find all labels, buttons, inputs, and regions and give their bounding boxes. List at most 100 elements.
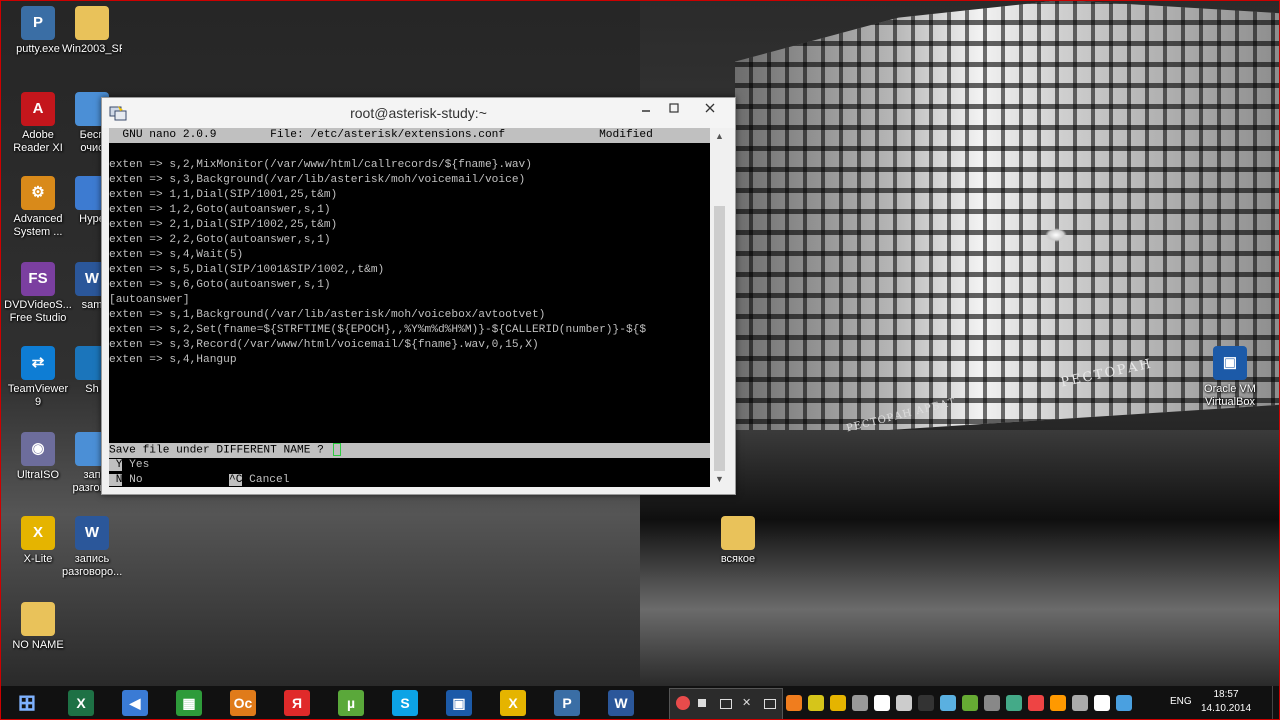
terminal-line: exten => s,2,MixMonitor(/var/www/html/ca… <box>109 159 532 171</box>
minimize-icon <box>642 110 650 112</box>
save-prompt-text: Save file under DIFFERENT NAME ? <box>109 444 331 457</box>
store-icon: ▦ <box>176 690 202 716</box>
window-icon[interactable] <box>764 699 776 709</box>
close-icon <box>705 103 715 113</box>
taskbar-excel[interactable]: X <box>58 686 104 720</box>
screen-icon[interactable] <box>720 699 732 709</box>
scroll-up-icon[interactable]: ▲ <box>711 128 728 144</box>
taskbar-virtualbox[interactable]: ▣ <box>436 686 482 720</box>
desktop-icon-vsyakoe[interactable]: всякое <box>700 516 776 566</box>
terminal-line: [autoanswer] <box>109 294 190 306</box>
tray-icon[interactable] <box>1050 695 1066 711</box>
scroll-thumb[interactable] <box>714 206 725 471</box>
option-no-label: No <box>122 474 143 486</box>
taskbar-start-button[interactable]: ⊞ <box>4 686 50 720</box>
option-no-key: N <box>109 474 123 486</box>
desktop-icon-zapis-razgovoro[interactable]: Wзапись разговоро... <box>62 516 122 579</box>
tray-icon[interactable] <box>1072 695 1088 711</box>
taskbar-onenote[interactable]: Oc <box>220 686 266 720</box>
window-titlebar[interactable]: root@asterisk-study:~ <box>102 98 735 128</box>
taskbar-xlite[interactable]: X <box>490 686 536 720</box>
terminal-line: exten => 2,2,Goto(autoanswer,s,1) <box>109 234 331 246</box>
tray-icon[interactable] <box>918 695 934 711</box>
wallpaper-street-lamp <box>1045 228 1067 242</box>
excel-icon: X <box>68 690 94 716</box>
terminal-line: exten => s,1,Background(/var/lib/asteris… <box>109 309 546 321</box>
nano-header: GNU nano 2.0.9 File: /etc/asterisk/exten… <box>109 128 710 143</box>
option-yes-key: Y <box>109 459 123 471</box>
terminal-area[interactable]: GNU nano 2.0.9 File: /etc/asterisk/exten… <box>109 128 710 487</box>
option-yes: Y Yes <box>109 458 710 473</box>
taskbar-putty[interactable]: P <box>544 686 590 720</box>
advanced-system-icon: ⚙ <box>21 176 55 210</box>
vsyakoe-icon <box>721 516 755 550</box>
start-button-icon: ⊞ <box>17 690 37 715</box>
taskbar-skype[interactable]: S <box>382 686 428 720</box>
clock-time: 18:57 <box>1213 689 1239 700</box>
stop-icon[interactable] <box>698 699 706 707</box>
maximize-button[interactable] <box>660 98 688 120</box>
clock[interactable]: 18:57 14.10.2014 <box>1196 688 1256 716</box>
yandex-icon: Я <box>284 690 310 716</box>
audio-icon: ◀ <box>122 690 148 716</box>
tray-icon[interactable] <box>1028 695 1044 711</box>
minimize-button[interactable] <box>632 98 660 120</box>
language-indicator[interactable]: ENG <box>1170 696 1192 707</box>
taskbar-word[interactable]: W <box>598 686 644 720</box>
utorrent-icon: µ <box>338 690 364 716</box>
terminal-line: exten => s,2,Set(fname=${STRFTIME(${EPOC… <box>109 324 647 336</box>
taskbar-audio[interactable]: ◀ <box>112 686 158 720</box>
tray-icon[interactable] <box>874 695 890 711</box>
desktop-icon-label: запись разговоро... <box>62 553 122 578</box>
taskbar-yandex[interactable]: Я <box>274 686 320 720</box>
virtualbox-icon: ▣ <box>446 690 472 716</box>
close-button[interactable] <box>690 98 730 120</box>
no-name-icon <box>21 602 55 636</box>
recording-toolbar[interactable]: ✕ <box>669 688 783 720</box>
zapis-razgovoro-icon: W <box>75 516 109 550</box>
tray-icon[interactable] <box>984 695 1000 711</box>
putty-icon: P <box>554 690 580 716</box>
taskbar-store[interactable]: ▦ <box>166 686 212 720</box>
show-desktop-button[interactable] <box>1272 686 1280 720</box>
tray-icon[interactable] <box>1006 695 1022 711</box>
onenote-icon: Oc <box>230 690 256 716</box>
option-cancel-label: Cancel <box>242 474 290 486</box>
tray-icon[interactable] <box>1116 695 1132 711</box>
camera-off-icon[interactable]: ✕ <box>742 696 756 710</box>
tray-icon[interactable] <box>940 695 956 711</box>
tray-icon[interactable] <box>962 695 978 711</box>
terminal-line: exten => s,3,Record(/var/www/html/voicem… <box>109 339 539 351</box>
tray-icon[interactable] <box>786 695 802 711</box>
desktop-icon-win2003-sp2[interactable]: Win2003_SP2 <box>62 6 122 56</box>
dvdvideosoft-icon: FS <box>21 262 55 296</box>
terminal-line: exten => 1,2,Goto(autoanswer,s,1) <box>109 204 331 216</box>
terminal-line: exten => s,5,Dial(SIP/1001&SIP/1002,,t&m… <box>109 264 385 276</box>
desktop-icon-oracle-vm-virtualbox[interactable]: ▣ Oracle VM VirtualBox <box>1192 346 1268 409</box>
desktop-icon-label: NO NAME <box>12 639 64 651</box>
text-cursor <box>332 443 341 456</box>
scroll-down-icon[interactable]: ▼ <box>711 471 728 487</box>
putty-window[interactable]: root@asterisk-study:~ GNU nano 2.0.9 Fil… <box>101 97 736 495</box>
oracle-vm-virtualbox-icon: ▣ <box>1213 346 1247 380</box>
tray-icon[interactable] <box>852 695 868 711</box>
skype-icon: S <box>392 690 418 716</box>
maximize-icon <box>669 103 679 113</box>
clock-date: 14.10.2014 <box>1200 703 1252 714</box>
option-no-cancel: N No ^C Cancel <box>109 473 710 487</box>
tray-icon[interactable] <box>808 695 824 711</box>
save-prompt[interactable]: Save file under DIFFERENT NAME ? <box>109 443 710 458</box>
tray-icon[interactable] <box>1094 695 1110 711</box>
tray-icon[interactable] <box>830 695 846 711</box>
taskbar-utorrent[interactable]: µ <box>328 686 374 720</box>
terminal-scrollbar[interactable]: ▲ ▼ <box>711 128 728 487</box>
ultraiso-icon: ◉ <box>21 432 55 466</box>
tray-icon[interactable] <box>896 695 912 711</box>
record-icon[interactable] <box>676 696 690 710</box>
terminal-line: exten => 2,1,Dial(SIP/1002,25,t&m) <box>109 219 338 231</box>
desktop-icon-no-name[interactable]: NO NAME <box>0 602 76 652</box>
win2003-sp2-icon <box>75 6 109 40</box>
desktop-icon-label: Oracle VM VirtualBox <box>1204 383 1256 408</box>
terminal-line: exten => s,4,Wait(5) <box>109 249 244 261</box>
terminal-line: exten => 1,1,Dial(SIP/1001,25,t&m) <box>109 189 338 201</box>
